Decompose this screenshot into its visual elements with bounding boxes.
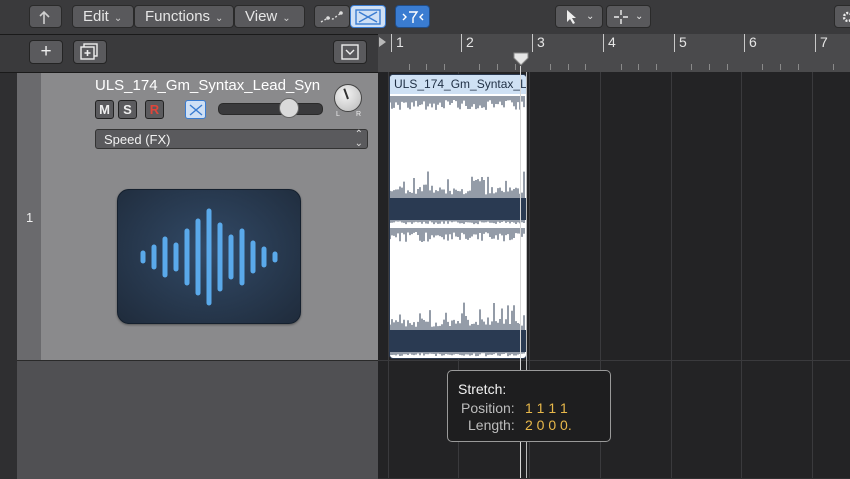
automation-button[interactable]: [314, 5, 350, 28]
ruler-tick: [550, 64, 551, 70]
ruler-tick: [656, 64, 657, 70]
ruler-tick: [798, 64, 799, 70]
settings-button[interactable]: [834, 5, 850, 28]
position-label: Position:: [461, 400, 515, 416]
ruler-tick: [621, 64, 622, 70]
bar-number: 7: [815, 34, 828, 52]
flex-icon: [355, 9, 381, 25]
dropdown-box-icon: [341, 44, 359, 60]
global-track-strip: [0, 73, 18, 478]
pan-knob[interactable]: [334, 84, 362, 112]
flex-mode-value: Speed (FX): [104, 132, 171, 147]
region-waveform: [390, 96, 526, 357]
bar-number: 5: [674, 34, 687, 52]
bar-number: 4: [603, 34, 616, 52]
catch-filter-button[interactable]: [395, 5, 430, 28]
track-toolbar: +: [0, 35, 378, 73]
add-track-button[interactable]: +: [29, 40, 63, 64]
pointer-icon: [567, 10, 576, 24]
chevron-down-icon: ⌄: [113, 13, 123, 24]
ruler-tick: [727, 64, 728, 70]
volume-slider[interactable]: [218, 98, 323, 118]
track-flex-button[interactable]: [185, 100, 206, 119]
edit-menu-label: Edit: [83, 8, 109, 25]
bar-ruler[interactable]: 1 2 3 4 5 6 7: [378, 34, 850, 73]
track-number: 1: [26, 210, 34, 225]
grid-line: [741, 72, 742, 478]
ruler-tick: [585, 64, 586, 70]
stretch-tooltip: Stretch: Position: 1 1 1 1 Length: 2 0 0…: [447, 370, 611, 442]
collapse-button[interactable]: [333, 40, 367, 64]
automation-icon: [320, 11, 343, 23]
length-value: 2 0 0 0.: [525, 417, 572, 433]
ruler-tick: [833, 64, 834, 70]
ruler-tick: [638, 64, 639, 70]
plus-icon: +: [40, 41, 52, 62]
edit-menu[interactable]: Edit ⌄: [72, 5, 134, 28]
control-bar: Edit ⌄ Functions ⌄ View ⌄ ⌄ ⌄: [0, 0, 850, 35]
functions-menu-label: Functions: [145, 8, 211, 25]
region-name: ULS_174_Gm_Syntax_L: [390, 75, 526, 94]
record-button[interactable]: R: [145, 100, 164, 119]
track-header[interactable]: ULS_174_Gm_Syntax_Lead_Syn M S R L R Spe…: [41, 73, 378, 360]
pan-right-label: R: [356, 111, 362, 118]
tooltip-title: Stretch:: [458, 381, 507, 397]
track-name[interactable]: ULS_174_Gm_Syntax_Lead_Syn: [95, 77, 320, 94]
chevron-down-icon: ⌄: [635, 11, 644, 22]
track-icon[interactable]: [117, 189, 301, 324]
empty-track-area: [17, 360, 378, 479]
ruler-tick: [479, 64, 480, 70]
bar-number: 6: [744, 34, 757, 52]
ruler-tick: [515, 64, 516, 70]
ruler-tick: [426, 64, 427, 70]
flex-icon: [189, 104, 202, 116]
volume-slider-handle[interactable]: [279, 98, 299, 118]
ruler-tick: [762, 64, 763, 70]
filter-icon: [402, 11, 423, 23]
solo-button[interactable]: S: [118, 100, 137, 119]
grid-line: [812, 72, 813, 478]
track-number-column: 1: [17, 73, 41, 360]
ruler-tick: [709, 64, 710, 70]
ruler-tick: [691, 64, 692, 70]
flex-button[interactable]: [350, 5, 386, 28]
back-arrow-icon: [38, 10, 50, 24]
ruler-tick: [497, 64, 498, 70]
functions-menu[interactable]: Functions ⌄: [134, 5, 234, 28]
pan-indicator: [343, 88, 349, 100]
view-menu-label: View: [245, 8, 278, 25]
grid-line: [671, 72, 672, 478]
mute-button[interactable]: M: [95, 100, 114, 119]
length-label: Length:: [468, 417, 515, 433]
ruler-tick: [444, 64, 445, 70]
chevron-down-icon: ⌄: [282, 13, 291, 24]
pan-left-label: L: [336, 111, 340, 118]
flex-mode-select[interactable]: Speed (FX) ⌃ ⌄: [95, 129, 368, 149]
secondary-tool-menu[interactable]: ⌄: [606, 5, 651, 28]
crosshair-icon: [614, 10, 628, 24]
chevron-down-icon: ⌄: [586, 11, 595, 22]
updown-chevron-icon: ⌃ ⌄: [354, 129, 363, 149]
chevron-down-icon: ⌄: [215, 13, 224, 24]
track-divider: [378, 360, 850, 361]
ruler-tick: [568, 64, 569, 70]
ruler-tick: [780, 64, 781, 70]
view-menu[interactable]: View ⌄: [234, 5, 305, 28]
bar-number: 3: [532, 34, 545, 52]
back-button[interactable]: [29, 5, 62, 28]
cycle-start-marker-icon: [379, 37, 386, 47]
gear-icon: [842, 11, 850, 23]
position-value: 1 1 1 1: [525, 400, 568, 416]
new-folder-button[interactable]: [73, 40, 107, 64]
waveform-icon: [140, 208, 278, 306]
pointer-tool-menu[interactable]: ⌄: [555, 5, 603, 28]
bar-number: 2: [461, 34, 474, 52]
ruler-tick: [409, 64, 410, 70]
audio-region[interactable]: ULS_174_Gm_Syntax_L: [389, 74, 527, 359]
bar-number: 1: [391, 34, 404, 52]
duplicate-track-icon: [80, 43, 98, 60]
